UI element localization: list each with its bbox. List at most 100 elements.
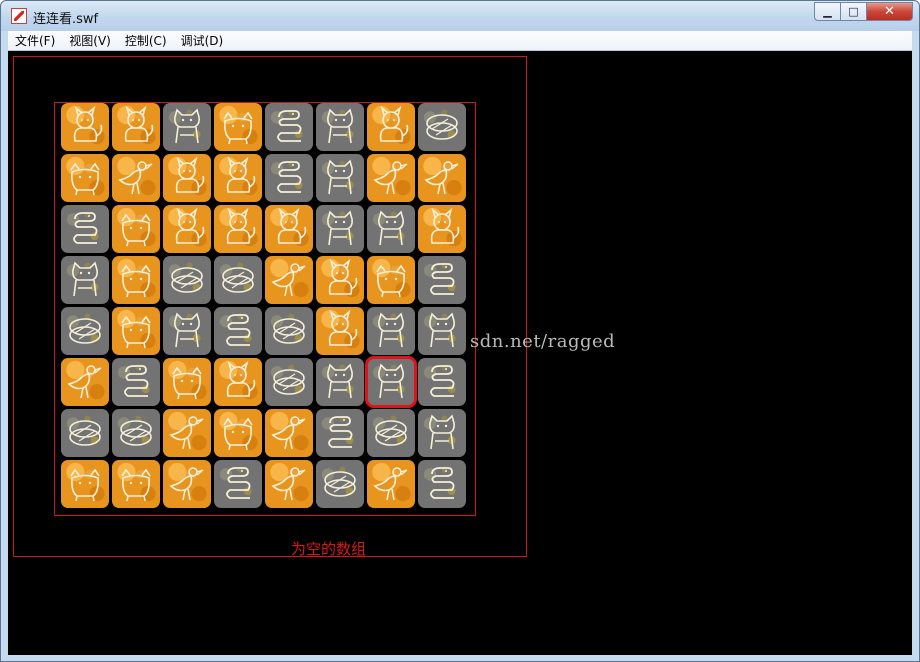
bird-icon (118, 161, 153, 195)
tile-dog-r2-c5[interactable] (316, 205, 364, 253)
cow-icon (70, 468, 100, 502)
cat-icon (175, 156, 205, 193)
bird-icon (271, 416, 306, 450)
tile-egg-r4-c4[interactable] (265, 307, 313, 355)
tile-egg-r3-c2[interactable] (163, 256, 211, 304)
dog-icon (378, 363, 404, 399)
egg-icon (426, 114, 458, 140)
tile-snake-r7-c7[interactable] (418, 460, 466, 508)
dog-icon (174, 312, 200, 348)
menu-control[interactable]: 控制(C) (118, 31, 174, 50)
tile-cat-r5-c3[interactable] (214, 358, 262, 406)
tile-bird-r6-c4[interactable] (265, 409, 313, 457)
tile-dog-r5-c6[interactable] (365, 356, 417, 408)
tile-cow-r5-c2[interactable] (163, 358, 211, 406)
tile-snake-r6-c5[interactable] (316, 409, 364, 457)
tile-bird-r1-c7[interactable] (418, 154, 466, 202)
dog-icon (327, 210, 353, 246)
tile-cat-r1-c3[interactable] (214, 154, 262, 202)
bird-icon (424, 161, 459, 195)
tile-cat-r0-c6[interactable] (367, 103, 415, 151)
tile-dog-r6-c7[interactable] (418, 409, 466, 457)
tile-dog-r5-c5[interactable] (316, 358, 364, 406)
tile-bird-r5-c0[interactable] (61, 358, 109, 406)
tile-bird-r3-c4[interactable] (265, 256, 313, 304)
snake-icon (430, 365, 455, 397)
tile-egg-r3-c3[interactable] (214, 256, 262, 304)
tile-snake-r0-c4[interactable] (265, 103, 313, 151)
bird-icon (373, 161, 408, 195)
tile-cow-r6-c3[interactable] (214, 409, 262, 457)
egg-icon (375, 420, 407, 446)
cow-icon (70, 162, 100, 196)
tile-bird-r7-c6[interactable] (367, 460, 415, 508)
tile-snake-r5-c7[interactable] (418, 358, 466, 406)
tile-bird-r1-c6[interactable] (367, 154, 415, 202)
tile-cow-r3-c6[interactable] (367, 256, 415, 304)
tile-snake-r3-c7[interactable] (418, 256, 466, 304)
tile-cat-r0-c0[interactable] (61, 103, 109, 151)
menu-file[interactable]: 文件(F) (8, 31, 62, 50)
maximize-button[interactable]: □ (841, 2, 867, 21)
tile-cat-r3-c5[interactable] (316, 256, 364, 304)
tile-cow-r0-c3[interactable] (214, 103, 262, 151)
egg-icon (222, 267, 254, 293)
tile-dog-r4-c7[interactable] (418, 307, 466, 355)
tile-bird-r7-c2[interactable] (163, 460, 211, 508)
tile-dog-r3-c0[interactable] (61, 256, 109, 304)
tile-cow-r1-c0[interactable] (61, 154, 109, 202)
tile-egg-r5-c4[interactable] (265, 358, 313, 406)
tile-egg-r6-c0[interactable] (61, 409, 109, 457)
tile-dog-r1-c5[interactable] (316, 154, 364, 202)
bird-icon (271, 467, 306, 501)
tile-egg-r7-c5[interactable] (316, 460, 364, 508)
cow-icon (121, 213, 151, 247)
tile-dog-r4-c2[interactable] (163, 307, 211, 355)
tile-dog-r4-c6[interactable] (367, 307, 415, 355)
tile-snake-r1-c4[interactable] (265, 154, 313, 202)
close-button[interactable]: ✕ (867, 2, 913, 21)
tile-dog-r0-c5[interactable] (316, 103, 364, 151)
snake-icon (430, 263, 455, 295)
tile-dog-r0-c2[interactable] (163, 103, 211, 151)
minimize-button[interactable]: ▁ (814, 2, 841, 21)
tile-cat-r1-c2[interactable] (163, 154, 211, 202)
cow-icon (223, 111, 253, 145)
tile-cat-r2-c3[interactable] (214, 205, 262, 253)
snake-icon (73, 212, 98, 244)
tile-egg-r4-c0[interactable] (61, 307, 109, 355)
tile-bird-r6-c2[interactable] (163, 409, 211, 457)
tile-bird-r1-c1[interactable] (112, 154, 160, 202)
egg-icon (273, 318, 305, 344)
tile-cow-r4-c1[interactable] (112, 307, 160, 355)
tile-cow-r3-c1[interactable] (112, 256, 160, 304)
tile-snake-r7-c3[interactable] (214, 460, 262, 508)
tile-cat-r2-c4[interactable] (265, 205, 313, 253)
tile-cat-r2-c2[interactable] (163, 205, 211, 253)
cow-icon (376, 264, 406, 298)
tile-egg-r0-c7[interactable] (418, 103, 466, 151)
title-bar[interactable]: 连连看.swf ▁ □ ✕ (1, 1, 919, 31)
tile-snake-r4-c3[interactable] (214, 307, 262, 355)
tile-cat-r2-c7[interactable] (418, 205, 466, 253)
tile-cow-r7-c0[interactable] (61, 460, 109, 508)
menu-view[interactable]: 视图(V) (62, 31, 118, 50)
tile-dog-r2-c6[interactable] (367, 205, 415, 253)
tile-egg-r6-c1[interactable] (112, 409, 160, 457)
tile-cat-r4-c5[interactable] (316, 307, 364, 355)
tile-snake-r2-c0[interactable] (61, 205, 109, 253)
empty-array-caption: 为空的数组 (291, 540, 367, 558)
tile-cow-r2-c1[interactable] (112, 205, 160, 253)
egg-icon (69, 420, 101, 446)
tile-cow-r7-c1[interactable] (112, 460, 160, 508)
bird-icon (271, 263, 306, 297)
dog-icon (429, 312, 455, 348)
window-title: 连连看.swf (33, 12, 99, 27)
tile-egg-r6-c6[interactable] (367, 409, 415, 457)
tile-cat-r0-c1[interactable] (112, 103, 160, 151)
snake-icon (226, 467, 251, 499)
tile-snake-r5-c1[interactable] (112, 358, 160, 406)
tile-bird-r7-c4[interactable] (265, 460, 313, 508)
game-board (61, 103, 469, 511)
menu-debug[interactable]: 调试(D) (174, 31, 231, 50)
